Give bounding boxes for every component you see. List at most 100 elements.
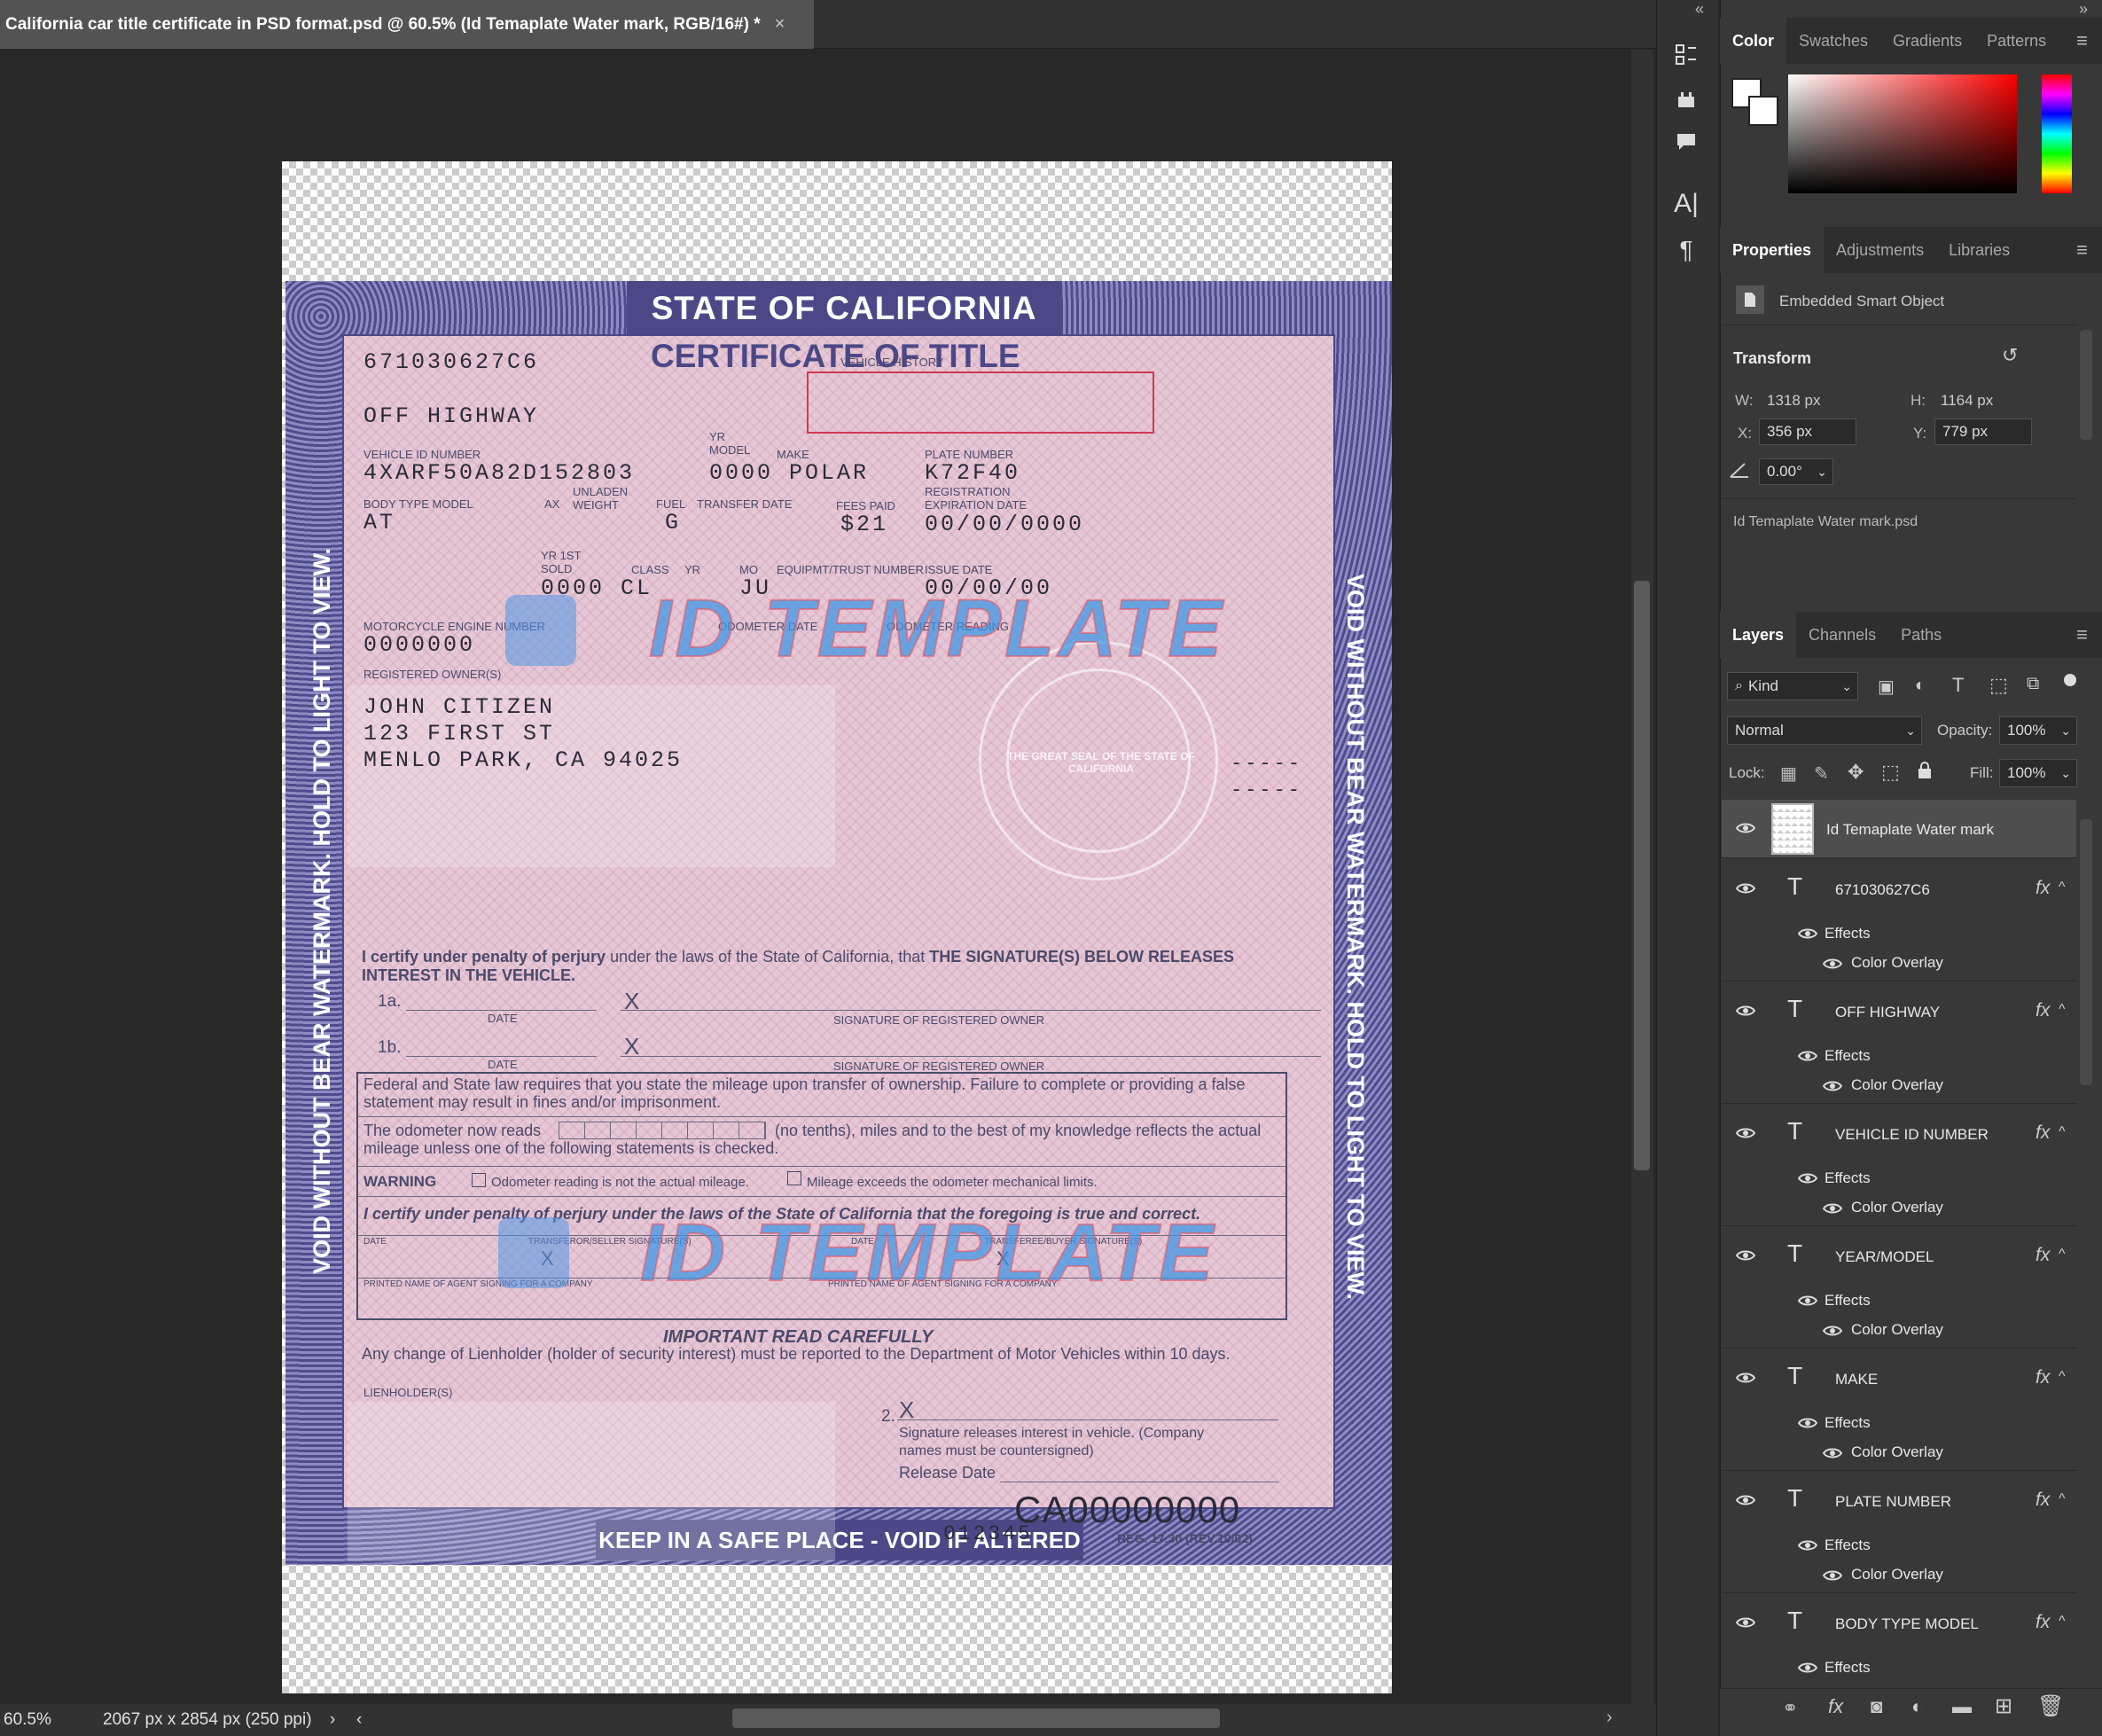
scroll-right-arrow[interactable]: › (1606, 1708, 1613, 1728)
eye-icon[interactable] (1735, 1493, 1756, 1511)
document-canvas[interactable]: STATE OF CALIFORNIA KEEP IN A SAFE PLACE… (282, 161, 1392, 1693)
tab-color[interactable]: Color (1720, 18, 1786, 64)
chevron-up-icon[interactable]: ^ (2059, 1369, 2066, 1385)
hue-slider[interactable] (2042, 74, 2072, 193)
effects-eye-icon[interactable] (1797, 1661, 1818, 1678)
warn-2-checkbox[interactable] (787, 1171, 801, 1185)
add-mask-icon[interactable]: ◙ (1871, 1695, 1882, 1718)
eye-icon[interactable] (1735, 881, 1756, 899)
color-overlay-eye-icon[interactable] (1822, 1568, 1843, 1586)
filter-shape-icon[interactable]: ⬚ (1989, 674, 2008, 697)
new-layer-icon[interactable]: ⊞ (1995, 1693, 2012, 1719)
filter-pixel-icon[interactable]: ▣ (1878, 676, 1895, 698)
y-field[interactable]: 779 px (1934, 418, 2032, 445)
tab-swatches[interactable]: Swatches (1786, 18, 1880, 64)
filter-type-icon[interactable]: T (1952, 674, 1964, 697)
background-color-swatch[interactable] (1748, 96, 1778, 126)
filter-adjustment-icon[interactable]: ◐ (1915, 676, 1926, 696)
lock-all-icon[interactable] (1917, 761, 1933, 780)
collapse-panels-icon[interactable]: « (1695, 0, 1704, 19)
effects-eye-icon[interactable] (1797, 1049, 1818, 1067)
history-icon[interactable] (1667, 35, 1706, 74)
reset-transform-icon[interactable]: ↺ (2002, 344, 2018, 367)
tab-gradients[interactable]: Gradients (1880, 18, 1974, 64)
canvas-area[interactable]: STATE OF CALIFORNIA KEEP IN A SAFE PLACE… (0, 50, 1631, 1704)
color-overlay-eye-icon[interactable] (1822, 1079, 1843, 1097)
vertical-scroll-thumb[interactable] (1634, 581, 1650, 1170)
properties-scroll-thumb[interactable] (2080, 330, 2092, 440)
chevron-up-icon[interactable]: ^ (2059, 1002, 2066, 1018)
layer-row-text[interactable]: T PLATE NUMBER fx ^ Effects Color Overlay (1722, 1472, 2076, 1593)
color-overlay-eye-icon[interactable] (1822, 1324, 1843, 1341)
chevron-up-icon[interactable]: ^ (2059, 1614, 2066, 1630)
tab-channels[interactable]: Channels (1796, 612, 1888, 658)
close-icon[interactable]: × (775, 14, 785, 35)
lock-transparent-icon[interactable]: ▦ (1780, 762, 1797, 785)
effects-eye-icon[interactable] (1797, 1171, 1818, 1189)
eye-icon[interactable] (1735, 1248, 1756, 1266)
layer-row-smart-object[interactable]: Id Temaplate Water mark (1722, 800, 2076, 858)
layer-row-text[interactable]: T 671030627C6 fx ^ Effects Color Overlay (1722, 860, 2076, 981)
properties-panel-menu-icon[interactable]: ≡ (2076, 239, 2088, 262)
filter-toggle-icon[interactable] (2064, 674, 2076, 686)
color-overlay-eye-icon[interactable] (1822, 957, 1843, 974)
tab-layers[interactable]: Layers (1720, 612, 1797, 658)
lock-position-icon[interactable]: ✥ (1848, 761, 1864, 784)
adjustment-layer-icon[interactable]: ◐ (1911, 1695, 1923, 1718)
eye-icon[interactable] (1735, 821, 1756, 839)
eye-icon[interactable] (1735, 1615, 1756, 1633)
lock-artboard-icon[interactable]: ⬚ (1881, 761, 1900, 784)
effects-eye-icon[interactable] (1797, 1538, 1818, 1556)
fx-badge[interactable]: fx (2036, 1367, 2050, 1388)
tab-patterns[interactable]: Patterns (1974, 18, 2059, 64)
link-layers-icon[interactable]: ⚭ (1782, 1697, 1798, 1720)
tab-paths[interactable]: Paths (1888, 612, 1954, 658)
tab-adjustments[interactable]: Adjustments (1824, 227, 1936, 273)
horizontal-scroll-thumb[interactable] (732, 1709, 1220, 1728)
zoom-level[interactable]: 60.5% (4, 1710, 103, 1730)
fx-badge[interactable]: fx (2036, 1000, 2050, 1021)
eye-icon[interactable] (1735, 1004, 1756, 1021)
layer-row-text[interactable]: TBODY TYPE MODELfx^EffectsColor Overlay (1722, 1594, 2076, 1686)
new-group-icon[interactable]: ▬ (1952, 1695, 1972, 1718)
lock-pixels-icon[interactable]: ✎ (1814, 762, 1829, 785)
color-overlay-eye-icon[interactable] (1822, 1201, 1843, 1219)
chevron-up-icon[interactable]: ^ (2059, 1491, 2066, 1507)
expand-panels-icon[interactable]: » (2079, 0, 2088, 19)
fx-badge[interactable]: fx (2036, 1490, 2050, 1511)
tab-properties[interactable]: Properties (1720, 227, 1825, 273)
fx-icon[interactable]: fx (1828, 1695, 1843, 1718)
comments-icon[interactable] (1667, 122, 1706, 161)
color-overlay-eye-icon[interactable] (1822, 1446, 1843, 1464)
fx-badge[interactable]: fx (2036, 1612, 2050, 1633)
w-value[interactable]: 1318 px (1767, 392, 1821, 410)
fx-badge[interactable]: fx (2036, 1245, 2050, 1266)
layer-row-text[interactable]: T OFF HIGHWAY fx ^ Effects Color Overlay (1722, 982, 2076, 1104)
delete-layer-icon[interactable]: 🗑 (2037, 1693, 2064, 1719)
fx-badge[interactable]: fx (2036, 1122, 2050, 1144)
opacity-field[interactable]: 100% ⌄ (1999, 716, 2077, 745)
scroll-left-arrow[interactable]: ‹ (356, 1710, 392, 1730)
layer-row-text[interactable]: T VEHICLE ID NUMBER fx ^ Effects Color Overla… (1722, 1105, 2076, 1226)
fx-badge[interactable]: fx (2036, 878, 2050, 899)
eye-icon[interactable] (1735, 1126, 1756, 1144)
color-field[interactable] (1788, 74, 2017, 193)
layers-panel-menu-icon[interactable]: ≡ (2076, 623, 2088, 646)
chevron-up-icon[interactable]: ^ (2059, 1124, 2066, 1140)
effects-eye-icon[interactable] (1797, 927, 1818, 944)
warn-1-checkbox[interactable] (472, 1173, 486, 1187)
filter-smart-icon[interactable]: ⧉ (2027, 674, 2039, 694)
fill-field[interactable]: 100% ⌄ (1999, 759, 2077, 787)
effects-eye-icon[interactable] (1797, 1416, 1818, 1434)
chevron-up-icon[interactable]: ^ (2059, 1247, 2066, 1263)
tab-libraries[interactable]: Libraries (1936, 227, 2022, 273)
chevron-up-icon[interactable]: ^ (2059, 880, 2066, 895)
h-value[interactable]: 1164 px (1941, 392, 1993, 410)
eye-icon[interactable] (1735, 1371, 1756, 1388)
layer-row-text[interactable]: T YEAR/MODEL fx ^ Effects Color Overlay (1722, 1227, 2076, 1349)
angle-field[interactable]: 0.00° ⌄ (1759, 458, 1833, 485)
character-icon[interactable]: A| (1667, 184, 1706, 223)
status-menu-arrow[interactable]: › (330, 1710, 356, 1730)
color-panel-menu-icon[interactable]: ≡ (2076, 29, 2088, 52)
layers-scroll-thumb[interactable] (2080, 819, 2092, 1085)
